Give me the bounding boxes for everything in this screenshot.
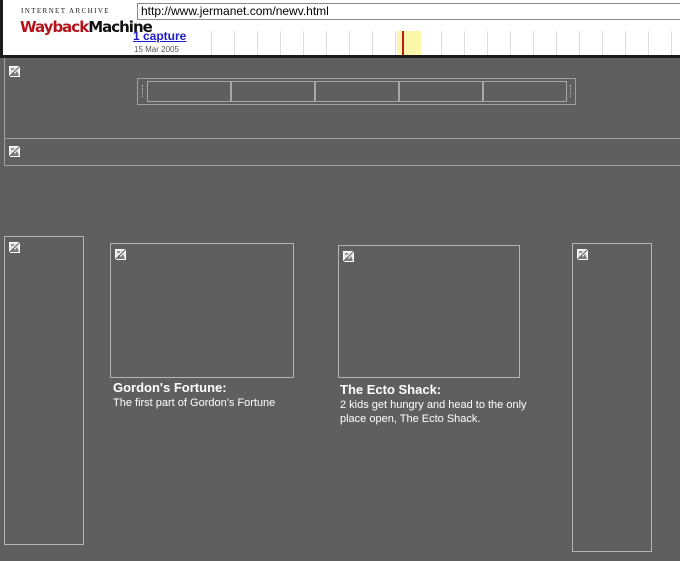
nav-button-5[interactable] xyxy=(483,81,567,102)
broken-image-icon xyxy=(8,241,21,254)
story-title: Gordon's Fortune: xyxy=(113,380,227,395)
wayback-logo-way: Wayback xyxy=(20,18,89,36)
broken-image-icon xyxy=(342,250,355,263)
story-thumbnail-ecto-shack[interactable] xyxy=(338,245,520,378)
nav-button-1[interactable] xyxy=(147,81,231,102)
broken-image-icon xyxy=(8,65,21,78)
story-description: 2 kids get hungry and head to the only p… xyxy=(340,399,527,425)
divider-line xyxy=(4,138,680,139)
wayback-timeline-year-highlight xyxy=(397,31,421,55)
wayback-captures-link[interactable]: 1 capture xyxy=(133,29,186,43)
nav-bar-left-cap xyxy=(139,83,147,100)
story-title: The Ecto Shack: xyxy=(340,382,442,397)
nav-bar-right-cap xyxy=(567,83,575,100)
subbanner-left-border xyxy=(4,138,5,165)
nav-bar xyxy=(137,78,576,105)
divider-line xyxy=(4,165,680,166)
banner-left-border xyxy=(4,58,5,138)
broken-image-icon xyxy=(114,248,127,261)
left-sidebar-image xyxy=(4,236,84,545)
nav-button-3[interactable] xyxy=(315,81,399,102)
broken-image-icon xyxy=(8,145,21,158)
right-sidebar-image xyxy=(572,243,652,552)
wayback-url-input[interactable]: http://www.jermanet.com/newv.html xyxy=(137,3,680,20)
wayback-timeline[interactable] xyxy=(189,31,680,55)
wayback-toolbar: INTERNET ARCHIVE WaybackMachine http://w… xyxy=(0,0,680,58)
wayback-logo-internet-archive: INTERNET ARCHIVE xyxy=(21,7,110,15)
story-description: The first part of Gordon's Fortune xyxy=(113,397,276,409)
nav-button-4[interactable] xyxy=(399,81,483,102)
wayback-capture-date: 15 Mar 2005 xyxy=(134,45,179,54)
wayback-logo[interactable]: INTERNET ARCHIVE WaybackMachine xyxy=(17,6,153,50)
wayback-timeline-capture-marker[interactable] xyxy=(402,31,404,55)
nav-button-2[interactable] xyxy=(231,81,315,102)
broken-image-icon xyxy=(576,248,589,261)
story-thumbnail-gordons-fortune[interactable] xyxy=(110,243,294,378)
